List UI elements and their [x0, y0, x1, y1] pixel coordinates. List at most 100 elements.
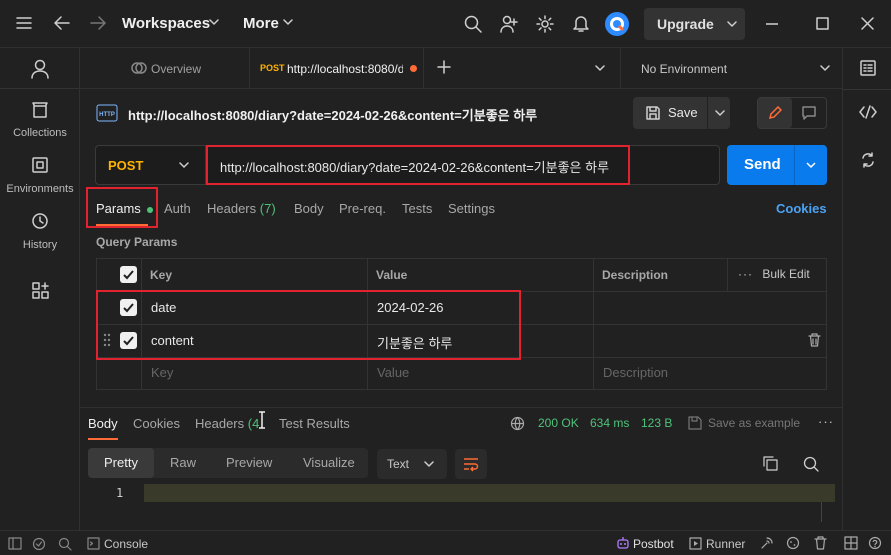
- related-arrows-icon[interactable]: [860, 152, 876, 168]
- save-button[interactable]: Save: [633, 97, 730, 129]
- cookies-link[interactable]: Cookies: [776, 201, 827, 216]
- more-options-icon[interactable]: ···: [818, 414, 834, 429]
- search-icon[interactable]: [803, 456, 819, 472]
- tab-overview[interactable]: Overview: [100, 48, 250, 88]
- content-type-select[interactable]: Text: [377, 449, 447, 479]
- format-pretty[interactable]: Pretty: [88, 448, 154, 478]
- upgrade-button[interactable]: Upgrade: [644, 8, 745, 40]
- tab-auth[interactable]: Auth: [164, 201, 191, 216]
- wrap-icon: [464, 458, 479, 472]
- runner-button[interactable]: Runner: [706, 537, 745, 551]
- format-raw[interactable]: Raw: [170, 455, 196, 470]
- params-rows-highlight-box: [96, 290, 521, 360]
- tab-label: Overview: [151, 62, 202, 76]
- console-button[interactable]: Console: [104, 537, 148, 551]
- response-time[interactable]: 634 ms: [590, 416, 629, 430]
- response-editor-line[interactable]: [144, 484, 835, 502]
- cookies-icon[interactable]: [786, 536, 800, 550]
- menu-icon[interactable]: [16, 16, 32, 30]
- line-number: 1: [116, 486, 124, 500]
- format-visualize[interactable]: Visualize: [303, 455, 355, 470]
- send-label: Send: [744, 156, 781, 173]
- new-key-input[interactable]: Key: [151, 365, 173, 380]
- response-size[interactable]: 123 B: [641, 416, 672, 430]
- tab-tests[interactable]: Tests: [402, 201, 432, 216]
- search-icon[interactable]: [464, 15, 482, 33]
- format-preview[interactable]: Preview: [226, 455, 272, 470]
- layout-icon[interactable]: [844, 536, 858, 550]
- chevron-down-icon[interactable]: [727, 21, 737, 28]
- online-status-icon[interactable]: [32, 537, 46, 551]
- response-tab-headers[interactable]: Headers (4: [195, 416, 259, 431]
- top-bar: Workspaces More Upgrade: [0, 0, 891, 48]
- url-highlight-box: [206, 145, 630, 185]
- method-select[interactable]: POST: [96, 146, 206, 184]
- bell-icon[interactable]: [572, 14, 590, 33]
- gear-icon[interactable]: [536, 15, 554, 33]
- comment-icon[interactable]: [802, 106, 816, 120]
- runner-icon: [689, 537, 702, 550]
- tab-prereq[interactable]: Pre-req.: [339, 201, 386, 216]
- trash-icon[interactable]: [814, 536, 827, 550]
- send-button[interactable]: Send: [727, 145, 827, 185]
- tab-settings[interactable]: Settings: [448, 201, 495, 216]
- chevron-down-icon[interactable]: [715, 110, 725, 117]
- more-label: More: [243, 15, 279, 32]
- sidebar-item-account[interactable]: [0, 58, 80, 80]
- trash-icon[interactable]: [808, 333, 821, 347]
- response-tab-cookies[interactable]: Cookies: [133, 416, 180, 431]
- tab-headers[interactable]: Headers (7): [207, 201, 276, 216]
- invite-user-icon[interactable]: [500, 15, 518, 33]
- tab-label: Headers: [207, 201, 257, 216]
- capture-icon[interactable]: [760, 536, 774, 550]
- maximize-window-icon[interactable]: [816, 17, 829, 30]
- column-header-value: Value: [376, 268, 408, 282]
- chevron-down-icon[interactable]: [806, 162, 816, 169]
- sidebar-item-environments[interactable]: Environments: [0, 156, 80, 195]
- minimize-window-icon[interactable]: [766, 23, 778, 25]
- globe-icon[interactable]: [510, 416, 525, 431]
- chevron-down-icon[interactable]: [595, 65, 605, 72]
- environment-selector[interactable]: No Environment: [620, 48, 842, 89]
- sidebar-item-add-apps[interactable]: [0, 282, 80, 300]
- back-arrow-icon[interactable]: [54, 16, 70, 30]
- tab-body[interactable]: Body: [294, 201, 324, 216]
- sidebar-item-collections[interactable]: Collections: [0, 100, 80, 139]
- new-description-input[interactable]: Description: [603, 365, 668, 380]
- sidebar-item-history[interactable]: History: [0, 212, 80, 251]
- response-status[interactable]: 200 OK: [538, 416, 579, 430]
- select-all-checkbox[interactable]: [120, 266, 137, 283]
- tab-active-request[interactable]: POST http://localhost:8080/d: [250, 48, 424, 88]
- find-icon[interactable]: [58, 537, 72, 551]
- save-as-example-button[interactable]: Save as example: [708, 416, 800, 430]
- sidebar-item-label: Environments: [6, 183, 74, 195]
- editor-scrollbar[interactable]: [821, 502, 822, 522]
- save-label: Save: [668, 105, 698, 120]
- save-icon: [646, 106, 660, 120]
- response-tab-body[interactable]: Body: [88, 416, 118, 431]
- close-window-icon[interactable]: [861, 17, 874, 30]
- workspaces-menu[interactable]: Workspaces: [122, 15, 210, 32]
- edit-button[interactable]: [758, 98, 792, 128]
- bulk-edit-label: Bulk Edit: [762, 267, 810, 281]
- environment-quicklook-icon[interactable]: [860, 60, 876, 76]
- format-bar: Pretty Raw Preview Visualize: [88, 448, 368, 478]
- response-tab-test-results[interactable]: Test Results: [279, 416, 350, 431]
- postbot-button[interactable]: Postbot: [633, 537, 674, 551]
- tab-label: http://localhost:8080/d: [287, 62, 403, 76]
- sidebar-toggle-icon[interactable]: [8, 537, 22, 550]
- avatar[interactable]: [605, 12, 629, 36]
- help-icon[interactable]: [868, 536, 882, 550]
- code-icon[interactable]: [859, 105, 877, 119]
- request-name[interactable]: http://localhost:8080/diary?date=2024-02…: [128, 105, 537, 124]
- column-header-key: Key: [150, 268, 173, 282]
- new-value-input[interactable]: Value: [377, 365, 409, 380]
- wrap-lines-button[interactable]: [455, 449, 487, 479]
- more-menu[interactable]: More: [243, 15, 279, 32]
- copy-icon[interactable]: [763, 456, 778, 471]
- forward-arrow-icon[interactable]: [90, 16, 106, 30]
- bulk-edit-button[interactable]: ··· Bulk Edit: [738, 267, 810, 281]
- new-tab-icon[interactable]: [437, 60, 451, 74]
- save-example-icon: [688, 416, 702, 430]
- content-type-label: Text: [387, 457, 410, 471]
